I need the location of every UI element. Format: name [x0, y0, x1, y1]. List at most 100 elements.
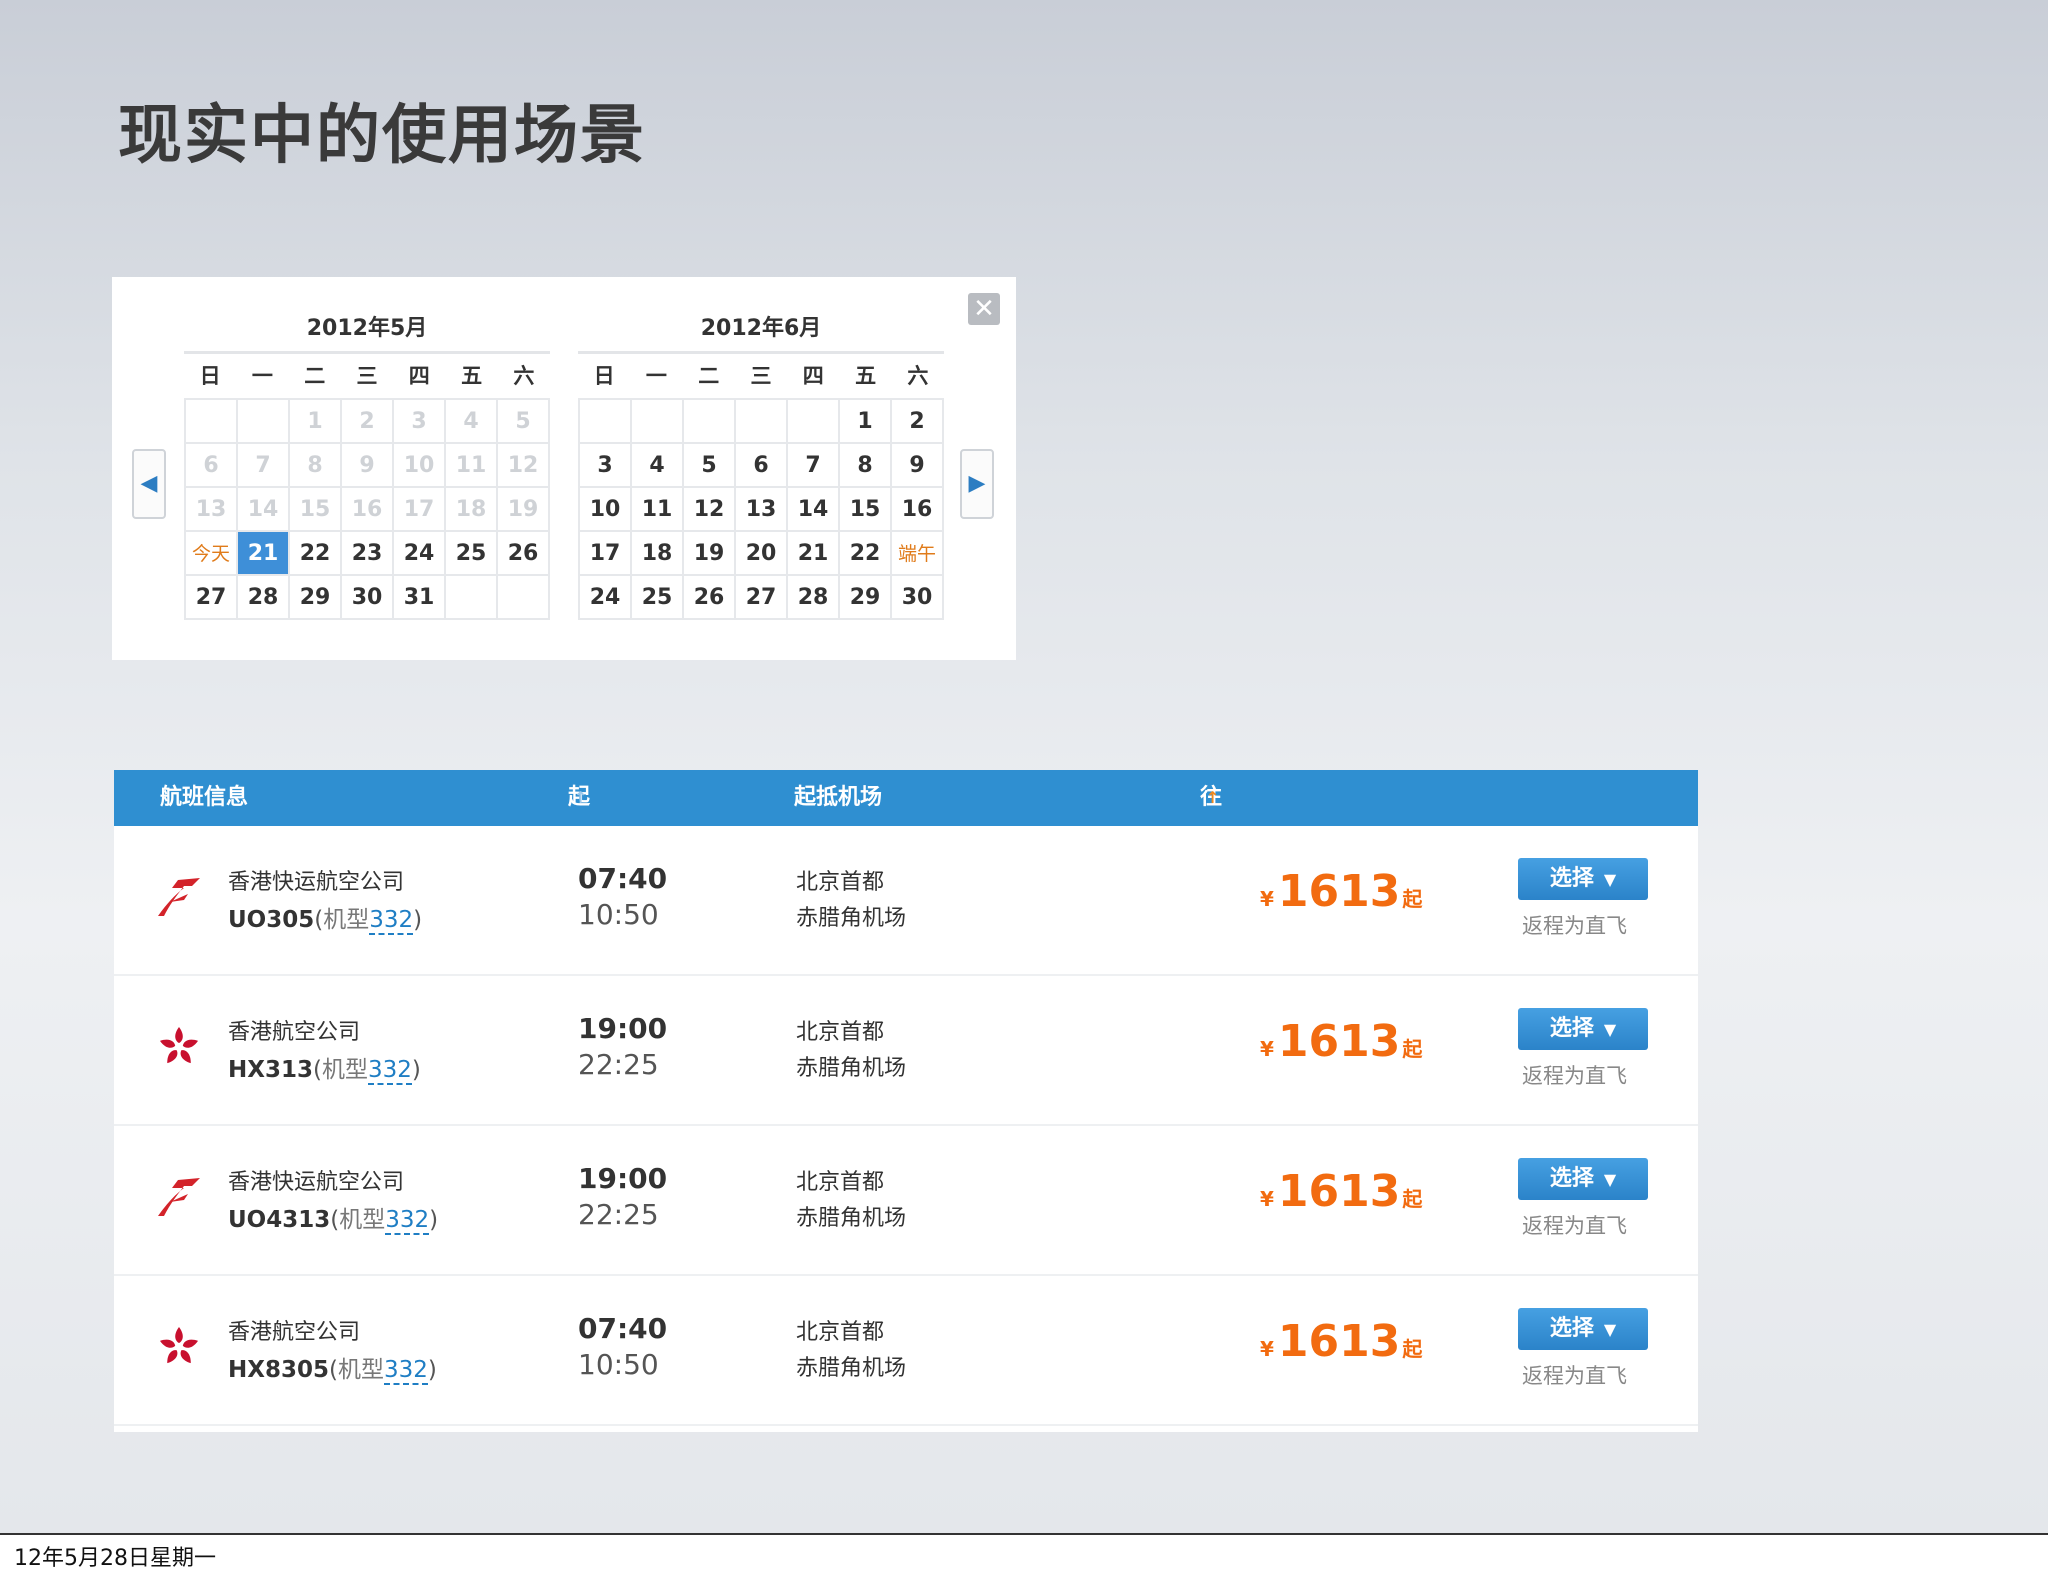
flight-code: UO305: [228, 907, 315, 933]
return-note: 返程为直飞: [1522, 1364, 1627, 1388]
close-icon[interactable]: ✕: [968, 293, 1000, 325]
price-suffix: 起: [1402, 1337, 1423, 1361]
day-cell[interactable]: 2: [892, 400, 944, 444]
weekday-label: 五: [855, 364, 877, 388]
day-cell[interactable]: 20: [736, 532, 788, 576]
day-cell[interactable]: 22: [840, 532, 892, 576]
day-cell: 18: [446, 488, 498, 532]
hong-kong-airlines-logo-icon: [154, 1022, 204, 1072]
day-cell[interactable]: 21: [788, 532, 840, 576]
day-cell: 4: [446, 400, 498, 444]
day-cell[interactable]: 10: [580, 488, 632, 532]
arrival-time: 22:25: [578, 1198, 659, 1231]
day-cell-empty: [684, 400, 736, 444]
day-cell: 14: [238, 488, 290, 532]
table-row: 香港快运航空公司 UO305(机型332) 07:40 10:50 北京首都 赤腊角机场 ¥…: [114, 826, 1698, 976]
price-amount: 1613: [1277, 1016, 1401, 1067]
day-cell[interactable]: 31: [394, 576, 446, 620]
day-cell[interactable]: 1: [840, 400, 892, 444]
price-suffix: 起: [1402, 1037, 1423, 1061]
day-cell-selected[interactable]: 21: [238, 532, 290, 576]
day-cell[interactable]: 15: [840, 488, 892, 532]
day-cell[interactable]: 28: [788, 576, 840, 620]
day-cell: 3: [394, 400, 446, 444]
slide-title: 现实中的使用场景: [118, 99, 646, 173]
price-suffix: 起: [1402, 887, 1423, 911]
day-cell[interactable]: 18: [632, 532, 684, 576]
day-cell[interactable]: 26: [684, 576, 736, 620]
day-cell[interactable]: 22: [290, 532, 342, 576]
day-cell: 9: [342, 444, 394, 488]
day-cell-empty: [632, 400, 684, 444]
select-button[interactable]: 选择 ▼: [1518, 1008, 1648, 1050]
aircraft-model-link[interactable]: 332: [369, 907, 414, 935]
departure-airport: 北京首都: [796, 1020, 885, 1045]
day-cell[interactable]: 29: [290, 576, 342, 620]
weekday-label: 四: [802, 364, 824, 388]
day-cell[interactable]: 14: [788, 488, 840, 532]
day-grid: 1 2 3 4 5 6 7 8 9 10 11 12 13 14 15 16 17 18 19 20 21 22 端午 24 2…: [578, 398, 944, 620]
day-cell[interactable]: 26: [498, 532, 550, 576]
day-cell[interactable]: 端午: [892, 532, 944, 576]
day-cell[interactable]: 19: [684, 532, 736, 576]
weekday-label: 四: [408, 364, 430, 388]
day-cell[interactable]: 8: [840, 444, 892, 488]
hk-express-logo-icon: [154, 1172, 204, 1222]
select-button[interactable]: 选择 ▼: [1518, 1158, 1648, 1200]
day-cell: 5: [498, 400, 550, 444]
select-button[interactable]: 选择 ▼: [1518, 858, 1648, 900]
day-cell: 8: [290, 444, 342, 488]
month-title: 2012年5月: [184, 307, 550, 354]
weekday-header: 日一二三四五六: [184, 354, 550, 398]
flight-number: UO305(机型332): [228, 900, 422, 935]
day-cell[interactable]: 27: [736, 576, 788, 620]
day-cell[interactable]: 25: [446, 532, 498, 576]
day-cell[interactable]: 7: [788, 444, 840, 488]
day-cell[interactable]: 29: [840, 576, 892, 620]
day-cell[interactable]: 今天: [186, 532, 238, 576]
day-cell[interactable]: 5: [684, 444, 736, 488]
day-cell[interactable]: 6: [736, 444, 788, 488]
day-cell[interactable]: 13: [736, 488, 788, 532]
aircraft-model-link[interactable]: 332: [385, 1207, 430, 1235]
currency-symbol: ¥: [1260, 887, 1274, 911]
day-cell[interactable]: 4: [632, 444, 684, 488]
day-cell[interactable]: 28: [238, 576, 290, 620]
day-cell[interactable]: 11: [632, 488, 684, 532]
day-cell[interactable]: 25: [632, 576, 684, 620]
arrival-time: 10:50: [578, 898, 659, 931]
day-cell: 12: [498, 444, 550, 488]
day-cell[interactable]: 16: [892, 488, 944, 532]
header-flight-info: 航班信息: [160, 785, 249, 810]
price: ¥1613 起: [1260, 866, 1422, 917]
flight-results-table: 航班信息 起抵时间 ↑ 起抵机场 往返最低票价(不含税) ↑ 香港快运航空公司 UO3…: [114, 770, 1698, 1432]
prev-month-button[interactable]: ◀: [132, 449, 166, 519]
price-amount: 1613: [1277, 1316, 1401, 1367]
day-cell[interactable]: 27: [186, 576, 238, 620]
day-cell[interactable]: 9: [892, 444, 944, 488]
day-cell[interactable]: 24: [580, 576, 632, 620]
month-june: 2012年6月 日一二三四五六 1 2 3 4 5 6 7 8 9 10 11 12 13 14 15 16 1…: [578, 307, 944, 620]
day-cell-empty: [498, 576, 550, 620]
select-button[interactable]: 选择 ▼: [1518, 1308, 1648, 1350]
aircraft-model-link[interactable]: 332: [383, 1357, 428, 1385]
day-cell[interactable]: 3: [580, 444, 632, 488]
departure-time: 07:40: [578, 862, 668, 895]
weekday-label: 二: [304, 364, 326, 388]
hk-express-logo-icon: [154, 872, 204, 922]
price-amount: 1613: [1277, 866, 1401, 917]
close-paren: ): [429, 1207, 439, 1233]
aircraft-model-link[interactable]: 332: [367, 1057, 412, 1085]
day-cell[interactable]: 30: [342, 576, 394, 620]
next-month-button[interactable]: ▶: [960, 449, 994, 519]
day-cell[interactable]: 17: [580, 532, 632, 576]
day-cell[interactable]: 30: [892, 576, 944, 620]
close-paren: ): [411, 1057, 421, 1083]
day-cell[interactable]: 24: [394, 532, 446, 576]
return-note: 返程为直飞: [1522, 914, 1627, 938]
close-paren: ): [427, 1357, 437, 1383]
day-cell[interactable]: 23: [342, 532, 394, 576]
departure-time: 19:00: [578, 1162, 668, 1195]
return-note: 返程为直飞: [1522, 1064, 1627, 1088]
day-cell[interactable]: 12: [684, 488, 736, 532]
